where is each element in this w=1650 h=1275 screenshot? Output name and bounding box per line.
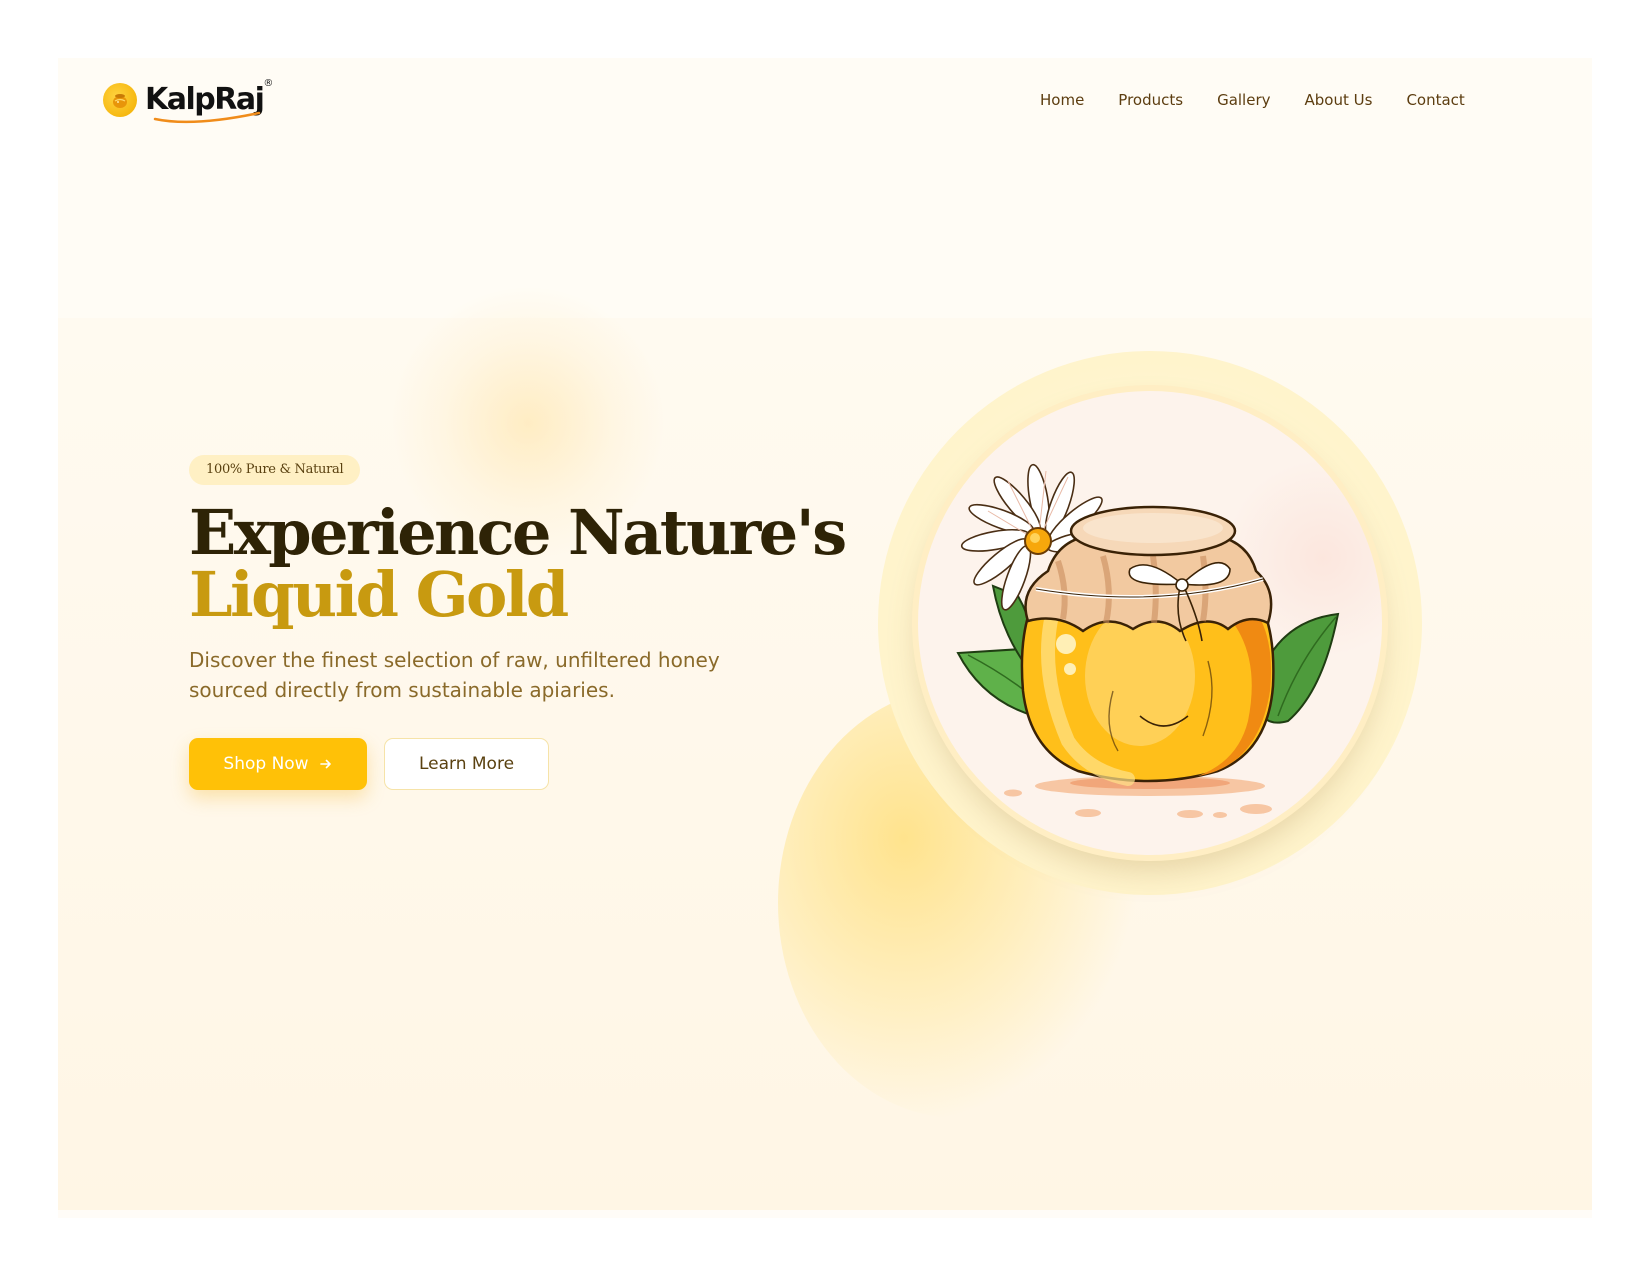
shop-now-button[interactable]: Shop Now — [189, 738, 367, 790]
honey-jar-illustration — [918, 391, 1382, 855]
logo-swoosh-icon — [153, 111, 261, 124]
brand-logo[interactable]: KalpRaj ® — [103, 78, 273, 124]
nav-link-contact[interactable]: Contact — [1406, 92, 1464, 108]
nav-link-about-us[interactable]: About Us — [1305, 92, 1373, 108]
main-nav: Home Products Gallery About Us Contact — [1040, 92, 1499, 108]
purity-badge: 100% Pure & Natural — [189, 455, 361, 485]
nav-link-gallery[interactable]: Gallery — [1217, 92, 1270, 108]
brand-name: KalpRaj ® — [145, 79, 273, 124]
learn-more-button[interactable]: Learn More — [384, 738, 549, 790]
shop-now-label: Shop Now — [223, 754, 309, 774]
below-fold-background — [58, 1210, 1592, 1218]
nav-link-home[interactable]: Home — [1040, 92, 1084, 108]
honey-jar-icon — [956, 463, 1340, 818]
arrow-right-icon — [319, 759, 331, 769]
registered-mark: ® — [263, 78, 274, 89]
page-frame: KalpRaj ® Home Products Gallery About Us… — [58, 58, 1592, 1218]
headline-line-2: Liquid Gold — [189, 558, 569, 631]
hero-headline: Experience Nature's Liquid Gold — [189, 502, 847, 631]
learn-more-label: Learn More — [418, 754, 515, 774]
honey-pot-icon — [103, 83, 137, 117]
hero-description: Discover the finest selection of raw, un… — [189, 648, 720, 702]
nav-link-products[interactable]: Products — [1118, 92, 1183, 108]
